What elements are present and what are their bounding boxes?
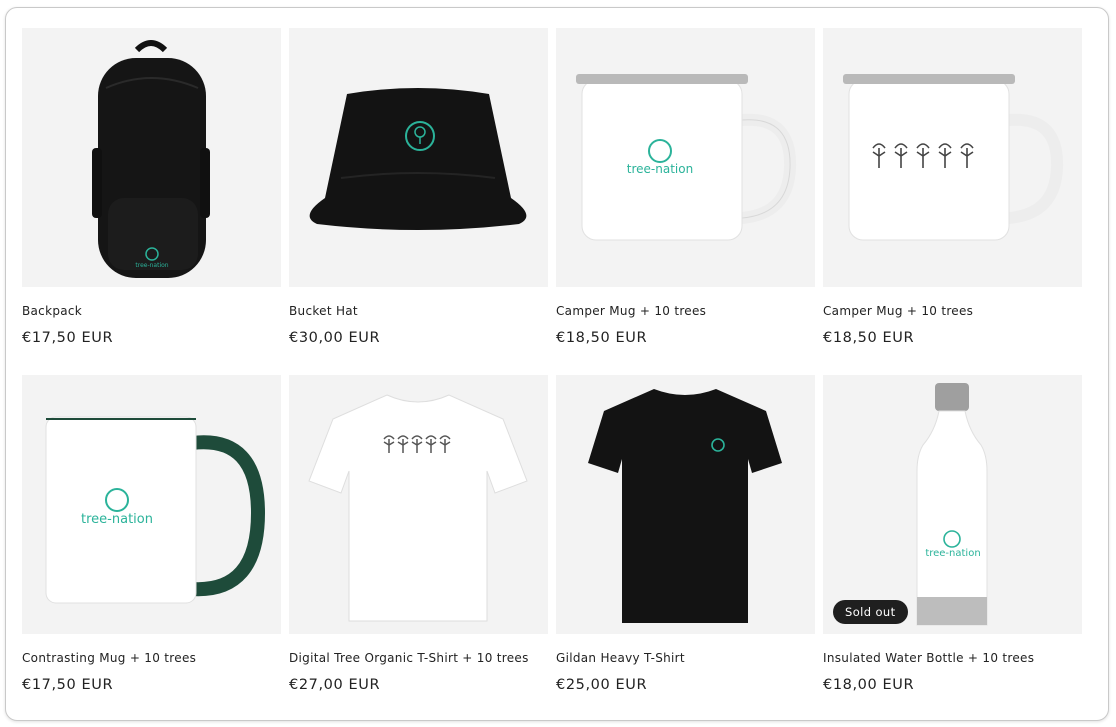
product-title[interactable]: Camper Mug + 10 trees xyxy=(823,304,973,318)
product-title[interactable]: Backpack xyxy=(22,304,82,318)
logo-text: tree-nation xyxy=(81,512,153,527)
product-price: €17,50 EUR xyxy=(22,677,114,693)
product-image-organic-tshirt[interactable] xyxy=(289,375,548,634)
product-title[interactable]: Digital Tree Organic T-Shirt + 10 trees xyxy=(289,651,529,665)
product-title[interactable]: Bucket Hat xyxy=(289,304,358,318)
product-title[interactable]: Contrasting Mug + 10 trees xyxy=(22,651,196,665)
product-card-contrasting-mug[interactable]: tree-nation Contrasting Mug + 10 trees €… xyxy=(22,375,281,720)
product-image-water-bottle[interactable]: tree-nation Sold out xyxy=(823,375,1082,634)
product-image-gildan-tshirt[interactable] xyxy=(556,375,815,634)
product-image-backpack[interactable]: tree-nation xyxy=(22,28,281,287)
product-price: €17,50 EUR xyxy=(22,330,114,346)
product-card-organic-tshirt[interactable]: Digital Tree Organic T-Shirt + 10 trees … xyxy=(289,375,548,720)
product-card-bucket-hat[interactable]: Bucket Hat €30,00 EUR xyxy=(289,28,548,375)
logo-text: tree-nation xyxy=(135,262,168,269)
product-price: €27,00 EUR xyxy=(289,677,381,693)
product-image-camper-mug-trees[interactable] xyxy=(823,28,1082,287)
product-card-gildan-tshirt[interactable]: Gildan Heavy T-Shirt €25,00 EUR xyxy=(556,375,815,720)
product-image-bucket-hat[interactable] xyxy=(289,28,548,287)
product-card-backpack[interactable]: tree-nation Backpack €17,50 EUR xyxy=(22,28,281,375)
product-card-water-bottle[interactable]: tree-nation Sold out Insulated Water Bot… xyxy=(823,375,1082,720)
product-image-contrasting-mug[interactable]: tree-nation xyxy=(22,375,281,634)
product-price: €30,00 EUR xyxy=(289,330,381,346)
logo-text: tree-nation xyxy=(627,162,693,176)
product-title[interactable]: Gildan Heavy T-Shirt xyxy=(556,651,685,665)
product-title[interactable]: Camper Mug + 10 trees xyxy=(556,304,706,318)
product-price: €25,00 EUR xyxy=(556,677,648,693)
sold-out-badge: Sold out xyxy=(833,600,908,624)
product-card-camper-mug-trees[interactable]: Camper Mug + 10 trees €18,50 EUR xyxy=(823,28,1082,375)
product-price: €18,00 EUR xyxy=(823,677,915,693)
product-card-camper-mug-logo[interactable]: tree-nation Camper Mug + 10 trees €18,50… xyxy=(556,28,815,375)
product-image-camper-mug-logo[interactable]: tree-nation xyxy=(556,28,815,287)
product-price: €18,50 EUR xyxy=(556,330,648,346)
product-price: €18,50 EUR xyxy=(823,330,915,346)
product-grid: tree-nation Backpack €17,50 EUR Bucket H… xyxy=(22,28,1082,720)
product-title[interactable]: Insulated Water Bottle + 10 trees xyxy=(823,651,1034,665)
logo-text: tree-nation xyxy=(925,548,980,559)
product-grid-frame: tree-nation Backpack €17,50 EUR Bucket H… xyxy=(5,7,1109,721)
